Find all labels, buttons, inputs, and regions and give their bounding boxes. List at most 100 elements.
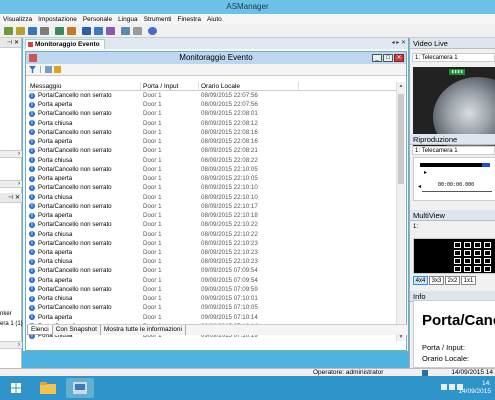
tab-con-snapshot[interactable]: Con Snapshot	[53, 325, 101, 335]
report-icon[interactable]	[121, 27, 130, 35]
table-row[interactable]: iPorta/Cancello non serratoDoor 109/09/2…	[28, 340, 396, 341]
playback-timeline[interactable]	[420, 163, 490, 167]
table-row[interactable]: i Porta aperta Door 1 09/09/2015 07:09:54	[28, 276, 396, 285]
table-row[interactable]: i Porta chiusa Door 1 08/09/2015 22:08:22	[28, 156, 396, 165]
menu-personale[interactable]: Personale	[80, 16, 115, 23]
multiview-cell[interactable]	[484, 258, 491, 264]
menu-strumenti[interactable]: Strumenti	[141, 16, 175, 23]
multiview-cell[interactable]	[464, 266, 471, 272]
menu-aiuto[interactable]: Aiuto	[204, 16, 225, 23]
scroll-right-icon[interactable]: ▸	[396, 40, 399, 46]
tab-mostra-tutte[interactable]: Mostra tutte le informazioni	[101, 325, 186, 335]
multiview-cell[interactable]	[454, 242, 461, 248]
multiview-cell[interactable]	[464, 242, 471, 248]
snapshot-icon[interactable]	[45, 66, 52, 73]
multiview-cell[interactable]	[484, 266, 491, 272]
camera-icon[interactable]	[28, 27, 37, 35]
print-icon[interactable]	[133, 27, 142, 35]
close-icon[interactable]: ✕	[14, 39, 19, 46]
clock[interactable]: 14: 14/09/2015	[458, 380, 491, 396]
menu-finestra[interactable]: Finestra	[174, 16, 203, 23]
tab-elenci[interactable]: Elenci	[27, 325, 53, 335]
multiview-cell[interactable]	[474, 258, 481, 264]
table-row[interactable]: i Porta chiusa Door 1 08/09/2015 22:08:12	[28, 119, 396, 128]
scroll-left-icon[interactable]: ◂	[392, 40, 395, 46]
layout-4x4-button[interactable]: 4x4	[413, 276, 428, 285]
filter-icon[interactable]	[29, 66, 36, 73]
table-row[interactable]: i Porta aperta Door 1 09/09/2015 07:10:14	[28, 313, 396, 322]
table-row[interactable]: iPorta/Cancello non serratoDoor 109/09/2…	[28, 266, 396, 275]
table-row[interactable]: i Porta chiusa Door 1 09/09/2015 07:10:01	[28, 294, 396, 303]
card-icon[interactable]	[94, 27, 103, 35]
column-header-orario-locale[interactable]: Orario Locale	[199, 82, 299, 91]
taskbar-file-explorer[interactable]	[34, 378, 62, 398]
close-button[interactable]: ✕	[394, 54, 404, 62]
settings-icon[interactable]	[40, 27, 49, 35]
table-row[interactable]: i Porta/Cancello non serrato Door 1 08/09/2…	[28, 109, 396, 118]
window-titlebar[interactable]: Monitoraggio Evento _ □ ✕	[26, 52, 406, 64]
layout-1x1-button[interactable]: 1x1	[461, 276, 476, 285]
table-row[interactable]: iPorta/Cancello non serratoDoor 109/09/2…	[28, 285, 396, 294]
video-live-camera-select[interactable]: 1: Telecamera 1	[412, 53, 495, 62]
table-row[interactable]: i Porta chiusa Door 1 08/09/2015 22:10:10	[28, 193, 396, 202]
table-row[interactable]: i Porta aperta Door 1 08/09/2015 22:10:23	[28, 248, 396, 257]
step-icon[interactable]: ▸	[424, 169, 427, 176]
table-row[interactable]: i Porta/Cancello non serrato Door 1 08/09/2…	[28, 220, 396, 229]
device-icon[interactable]	[4, 27, 13, 35]
table-row[interactable]: iPorta/Cancello non serratoDoor 109/09/2…	[28, 303, 396, 312]
table-row[interactable]: i Porta aperta Door 1 08/09/2015 22:08:16	[28, 137, 396, 146]
multiview-cell[interactable]	[474, 250, 481, 256]
column-header-porta-input[interactable]: Porta / Input	[141, 82, 199, 91]
table-row[interactable]: i Porta/Cancello non serrato Door 1 08/09/2…	[28, 202, 396, 211]
layout-2x2-button[interactable]: 2x2	[445, 276, 460, 285]
multiview-cell[interactable]	[484, 250, 491, 256]
table-row[interactable]: i Porta/Cancello non serrato Door 1 08/09/2…	[28, 239, 396, 248]
multiview-grid[interactable]	[413, 238, 495, 274]
column-header-messaggio[interactable]: Messaggio	[28, 82, 141, 91]
left-panel-divider[interactable]: ›	[0, 180, 22, 188]
table-row[interactable]: i Porta aperta Door 1 08/09/2015 22:07:56	[28, 100, 396, 109]
table-row[interactable]: i Porta chiusa Door 1 08/09/2015 22:10:22	[28, 230, 396, 239]
pin-icon[interactable]: ⊣	[7, 39, 12, 46]
left-panel-divider[interactable]: ›	[0, 341, 22, 349]
multiview-cell[interactable]	[474, 242, 481, 248]
table-row[interactable]: i Porta aperta Door 1 08/09/2015 22:10:05	[28, 174, 396, 183]
multiview-cell[interactable]	[474, 266, 481, 272]
left-panel-divider[interactable]: ›	[0, 150, 22, 158]
user-icon[interactable]	[82, 27, 91, 35]
table-row[interactable]: i Porta aperta Door 1 08/09/2015 22:10:18	[28, 211, 396, 220]
tray-network-icon[interactable]	[449, 384, 455, 390]
taskbar-asmanager[interactable]	[66, 378, 94, 398]
playback-camera-select[interactable]: 1: Telecamera 1	[412, 146, 495, 155]
vertical-scrollbar[interactable]: ▲ ▼	[396, 82, 405, 341]
playback-slider[interactable]	[422, 191, 492, 192]
table-row[interactable]: i Porta/Cancello non serrato Door 1 08/09/2…	[28, 91, 396, 100]
multiview-cell[interactable]	[454, 250, 461, 256]
start-button[interactable]	[2, 378, 30, 398]
scroll-up-icon[interactable]: ▲	[397, 82, 405, 90]
minimize-button[interactable]: _	[372, 54, 382, 62]
tray-flag-icon[interactable]	[441, 384, 447, 390]
menu-lingua[interactable]: Lingua	[115, 16, 141, 23]
left-panel-item[interactable]: nker	[0, 311, 12, 317]
multiview-cell[interactable]	[454, 258, 461, 264]
table-row[interactable]: i Porta/Cancello non serrato Door 1 08/09/2…	[28, 128, 396, 137]
skip-back-icon[interactable]: ◂	[418, 183, 421, 190]
left-panel-item[interactable]: era 1 (1)	[0, 321, 23, 327]
help-icon[interactable]	[148, 27, 157, 35]
close-icon[interactable]: ✕	[401, 40, 406, 46]
table-row[interactable]: i Porta/Cancello non serrato Door 1 08/09/2…	[28, 183, 396, 192]
close-icon[interactable]: ✕	[15, 194, 20, 201]
pin-icon[interactable]: ⊣	[8, 194, 13, 201]
layout-3x3-button[interactable]: 3x3	[429, 276, 444, 285]
door-icon[interactable]	[55, 27, 64, 35]
menu-impostazione[interactable]: Impostazione	[35, 16, 80, 23]
multiview-cell[interactable]	[484, 242, 491, 248]
alarm-icon[interactable]	[67, 27, 76, 35]
table-row[interactable]: i Porta chiusa Door 1 08/09/2015 22:10:23	[28, 257, 396, 266]
multiview-cell[interactable]	[454, 266, 461, 272]
tab-monitoraggio-evento[interactable]: Monitoraggio Evento	[25, 39, 105, 49]
scrollbar-thumb[interactable]	[398, 94, 404, 184]
multiview-cell[interactable]	[464, 258, 471, 264]
table-row[interactable]: i Porta/Cancello non serrato Door 1 08/09/2…	[28, 146, 396, 155]
